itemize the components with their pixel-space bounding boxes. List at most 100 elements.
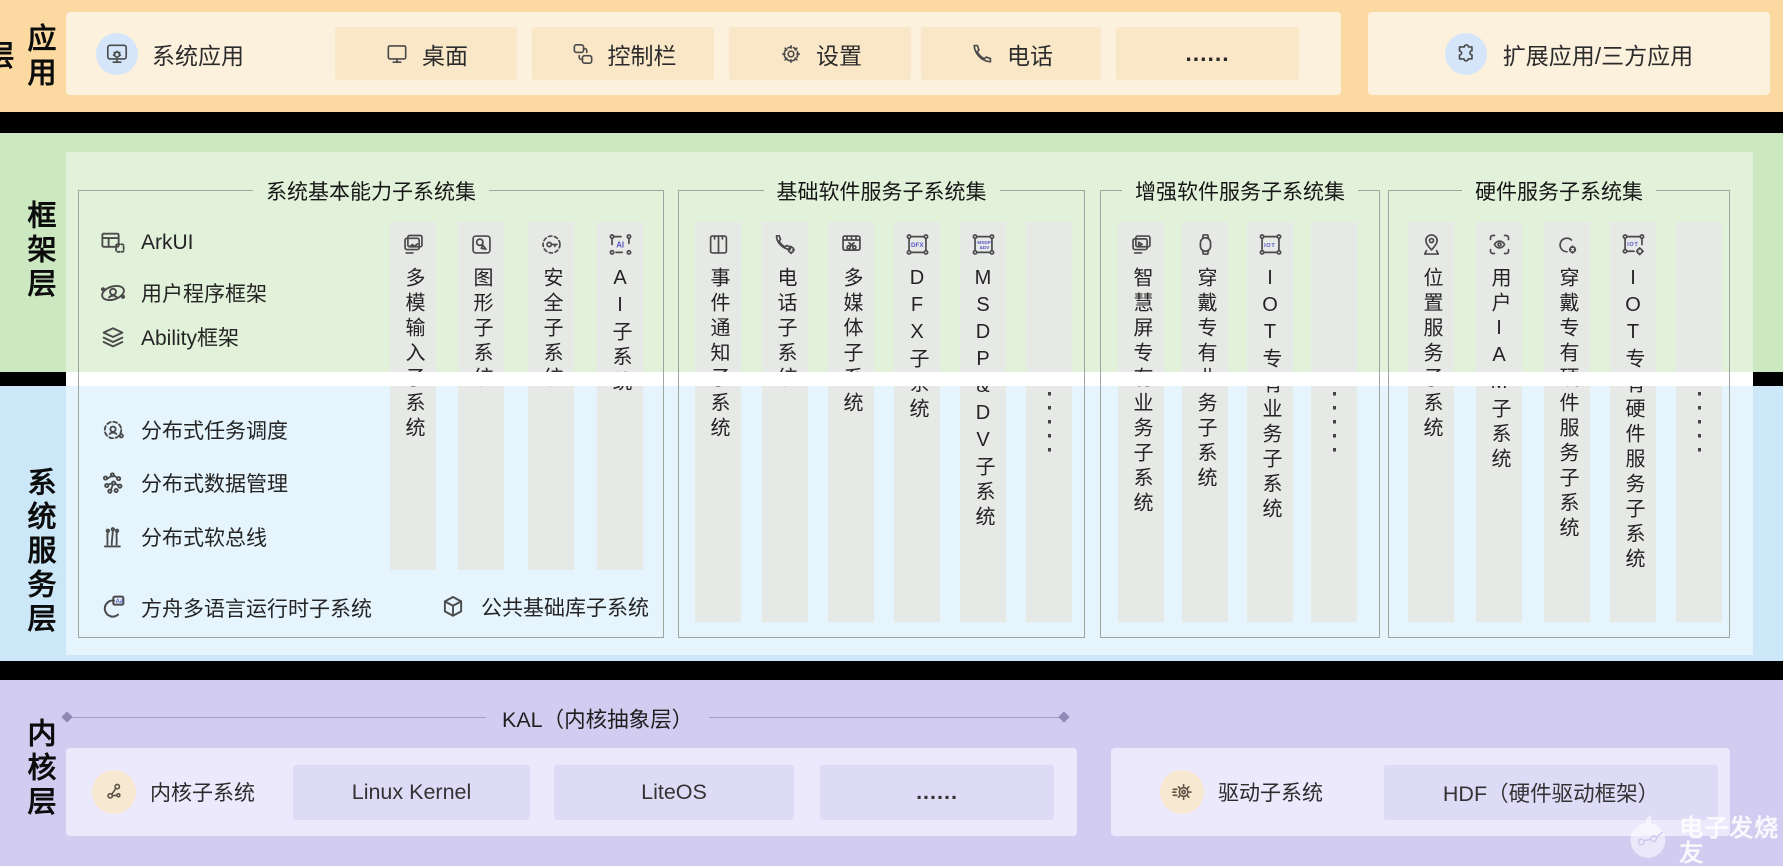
kernel-subsystem-label: 内核子系统 (150, 782, 255, 805)
user-iam-eye-icon (1489, 234, 1509, 255)
subsystem-column-graphics: 图形子系统 (458, 222, 504, 570)
app-layer-label: 应用层 (0, 23, 55, 91)
subsystem-column-more (1676, 222, 1722, 622)
kernel-item-linux: Linux Kernel (293, 765, 530, 820)
wearable-icon (1199, 234, 1211, 255)
wearable-gear-icon (1558, 237, 1576, 254)
framework-item-ability-framework: Ability框架 (98, 322, 239, 352)
distributed-task-icon (103, 420, 124, 440)
subsystem-column-event-notification: 事件通知子系统 (695, 222, 741, 622)
service-item-common-library: 公共基础库子系统 (438, 592, 649, 622)
subsystem-column-iot-hardware: IOT IOT专有硬件服务子系统 (1610, 222, 1656, 622)
framework-item-label: ArkUI (141, 231, 194, 254)
dfx-brackets-icon: DFX (906, 234, 928, 255)
iot-badge: IOT (1627, 242, 1638, 248)
driver-gear-icon (1171, 783, 1192, 801)
app-item-more: ...... (1116, 27, 1299, 80)
subsystem-column-multimodal-input: 多模输入子系统 (390, 222, 436, 570)
service-item-distributed-data-management: 分布式数据管理 (98, 468, 288, 498)
user-program-framework-icon (100, 284, 126, 302)
settings-gear-icon (781, 44, 801, 63)
service-item-distributed-softbus: 分布式软总线 (98, 522, 267, 552)
framework-item-label: Ability框架 (141, 327, 240, 350)
subsystem-column-multimedia: 多媒体子系统 (828, 222, 874, 622)
extension-icon-badge (1444, 32, 1487, 75)
subsystem-column-security: 安全子系统 (528, 222, 574, 570)
phone-icon (973, 44, 992, 63)
service-item-label: 分布式数据管理 (141, 473, 288, 496)
security-key-icon (541, 235, 561, 254)
msdp-badge-line2: &DV (979, 245, 990, 251)
driver-subsystem-item: 驱动子系统 (1160, 762, 1323, 822)
dfx-badge: DFX (910, 242, 923, 249)
framework-item-label: 用户程序框架 (141, 283, 267, 306)
kernel-layer-label: 内核层 (23, 718, 55, 820)
kal-label: KAL（内核抽象层） (486, 703, 710, 734)
watermark: 电子发烧友 www.elecfans.com (1628, 810, 1783, 866)
vertical-ellipsis-icon (1697, 378, 1701, 462)
service-item-label: 分布式软总线 (141, 527, 267, 550)
distributed-softbus-icon (103, 527, 121, 548)
subsystem-column-smart-screen: 智慧屏专有业务子系统 (1118, 222, 1164, 622)
framework-layer-label: 框架层 (23, 200, 55, 302)
subsystem-column-user-iam: 用户IAM子系统 (1476, 222, 1522, 622)
subsystem-column-label: 多模输入子系统 (402, 267, 424, 442)
vertical-ellipsis-icon (1332, 378, 1336, 462)
subsystem-column-label: MSDP&DV子系统 (972, 267, 994, 531)
layer-separator (0, 661, 1783, 680)
app-item-label: 控制栏 (607, 42, 677, 69)
subsystem-column-label: 事件通知子系统 (707, 267, 729, 442)
app-item-control-bar: 控制栏 (532, 27, 714, 80)
layer-separator (0, 112, 1783, 133)
subsystem-column-wearable-hardware: 穿戴专有硬件服务子系统 (1544, 222, 1590, 622)
location-icon (1423, 234, 1439, 255)
harmonyos-architecture-diagram: 应用层 框架层 系统服务层 内核层 系统应用 桌面 控制栏 (0, 0, 1783, 866)
smart-screen-icon (1131, 235, 1151, 254)
panel-divider-strip (66, 372, 1753, 386)
kernel-subsystem-item: 内核子系统 (92, 762, 255, 822)
system-app-icon (106, 44, 128, 63)
ability-framework-icon (102, 327, 124, 348)
subsystem-column-label: 穿戴专有硬件服务子系统 (1556, 267, 1578, 542)
app-item-phone: 电话 (921, 27, 1101, 80)
kernel-molecule-icon (107, 783, 121, 799)
ai-badge: AI (616, 240, 624, 249)
system-app-label: 系统应用 (152, 42, 244, 69)
subsystem-column-telephony: 电话子系统 (762, 222, 808, 622)
msdp-badge-line1: MSDP (977, 240, 991, 246)
driver-icon-badge (1160, 770, 1204, 814)
control-bar-icon (573, 43, 592, 64)
iot-badge: IOT (1264, 243, 1275, 249)
system-app-item: 系统应用 (96, 27, 244, 80)
driver-subsystem-label: 驱动子系统 (1218, 782, 1323, 805)
arkui-icon (101, 232, 125, 253)
iot-brackets-icon: IOT (1259, 234, 1281, 255)
app-item-label: 电话 (1007, 42, 1053, 69)
subsystem-column-label: 位置服务子系统 (1420, 267, 1442, 442)
framework-item-user-program-framework: 用户程序框架 (98, 278, 267, 308)
event-notification-icon (709, 235, 727, 254)
distributed-data-icon (102, 472, 123, 494)
subsystem-column-label: 智慧屏专有业务子系统 (1130, 267, 1152, 517)
app-item-label: 设置 (816, 42, 862, 69)
subsystem-column-label: IOT专有业务子系统 (1259, 267, 1281, 523)
ai-brackets-icon: AI (609, 234, 631, 255)
subsystem-column-dfx: DFX DFX子系统 (894, 222, 940, 622)
subsystem-column-label: 多媒体子系统 (840, 267, 862, 417)
kernel-item-label: LiteOS (641, 780, 707, 804)
app-item-settings: 设置 (729, 27, 911, 80)
telephony-icon (775, 234, 795, 255)
service-item-label: 方舟多语言运行时子系统 (141, 598, 372, 621)
service-item-ark-runtime: Aa 方舟多语言运行时子系统 (96, 592, 372, 624)
elecfans-logo-icon (1630, 815, 1666, 858)
service-item-label: 公共基础库子系统 (481, 597, 649, 620)
subsystem-column-label: IOT专有硬件服务子系统 (1622, 267, 1644, 573)
framework-item-arkui: ArkUI (98, 228, 194, 258)
puzzle-icon (1458, 43, 1473, 62)
multimodal-input-icon (403, 234, 423, 254)
extension-apps-panel: 扩展应用/三方应用 (1368, 12, 1770, 95)
app-item-desktop: 桌面 (335, 27, 517, 80)
kernel-item-more: ...... (820, 765, 1054, 820)
subsystem-column-more (1311, 222, 1357, 622)
subsystem-column-label: 用户IAM子系统 (1488, 267, 1510, 473)
